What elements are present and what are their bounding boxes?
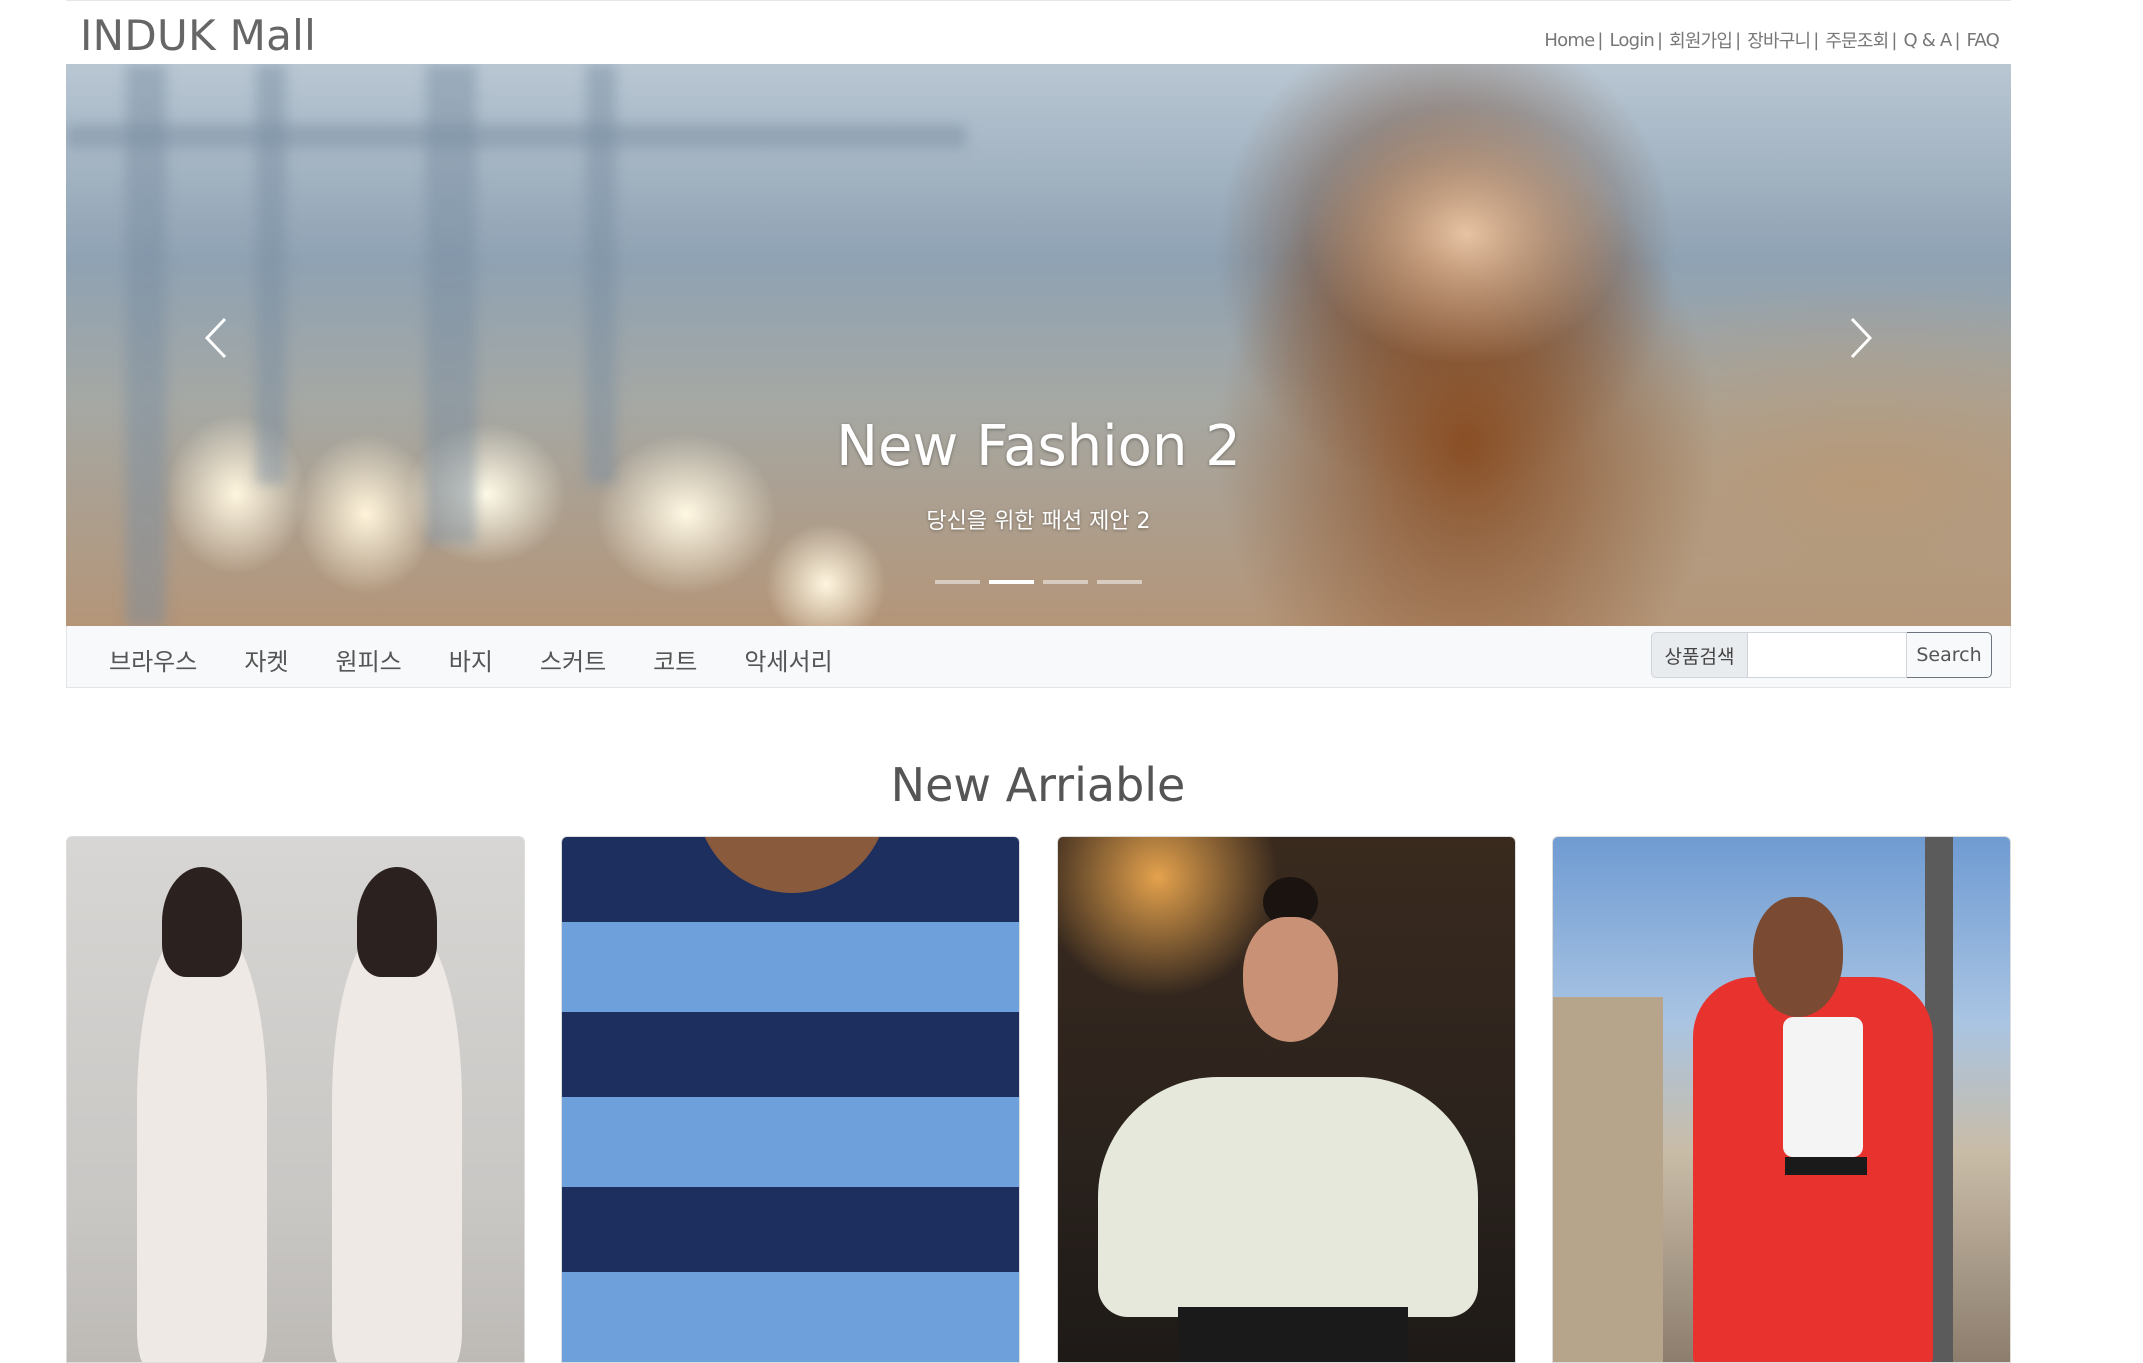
chevron-right-icon [1850, 317, 1873, 359]
figure-shape [137, 927, 267, 1362]
top-link-signup[interactable]: 회원가입 [1669, 27, 1733, 53]
carousel-indicator[interactable] [935, 580, 980, 584]
carousel-next-button[interactable] [1831, 314, 1891, 374]
product-card[interactable] [1552, 836, 2011, 1363]
carousel-title: New Fashion 2 [836, 414, 1241, 479]
figure-shape [1783, 1017, 1863, 1157]
figure-shape [332, 927, 462, 1362]
product-image [67, 837, 524, 1362]
figure-shape [357, 867, 437, 977]
building-shape [1553, 997, 1663, 1362]
carousel-indicators [66, 580, 2011, 584]
figure-shape [1785, 1157, 1867, 1175]
carousel-subtitle: 당신을 위한 패션 제안 2 [926, 509, 1151, 534]
top-link-faq[interactable]: FAQ [1967, 30, 2000, 51]
top-link-home[interactable]: Home [1544, 30, 1595, 51]
product-image [1553, 837, 2010, 1362]
carousel-indicator[interactable] [989, 580, 1034, 584]
separator: | [1657, 29, 1664, 51]
category-coat[interactable]: 코트 [653, 642, 697, 677]
product-image [562, 837, 1019, 1362]
top-link-orders[interactable]: 주문조회 [1825, 27, 1889, 53]
category-navbar: 브라우스 자켓 원피스 바지 스커트 코트 악세서리 상품검색 Search [66, 626, 2011, 688]
top-links: Home | Login | 회원가입 | 장바구니 | 주문조회 | Q & A | FA… [1544, 27, 1999, 53]
product-card[interactable] [1057, 836, 1516, 1363]
separator: | [1597, 29, 1604, 51]
site-logo[interactable]: INDUK Mall [80, 11, 316, 60]
figure-shape [1753, 897, 1843, 1017]
top-link-qna[interactable]: Q & A [1903, 30, 1952, 51]
separator: | [1813, 29, 1820, 51]
carousel-indicator[interactable] [1043, 580, 1088, 584]
category-onepiece[interactable]: 원피스 [336, 642, 402, 677]
section-title: New Arriable [890, 758, 1186, 812]
category-jacket[interactable]: 자켓 [244, 642, 288, 677]
background-beam [66, 124, 966, 148]
product-image [1058, 837, 1515, 1362]
figure-shape [1243, 917, 1338, 1042]
product-card[interactable] [561, 836, 1020, 1363]
figure-shape [1098, 1077, 1478, 1317]
sweater-neckline [682, 837, 902, 907]
category-skirt[interactable]: 스커트 [540, 642, 606, 677]
category-accessory[interactable]: 악세서리 [744, 642, 832, 677]
category-blouse[interactable]: 브라우스 [109, 642, 197, 677]
chevron-left-icon [204, 317, 227, 359]
product-grid [66, 836, 2011, 1363]
top-link-login[interactable]: Login [1609, 30, 1654, 51]
separator: | [1954, 29, 1961, 51]
search-input[interactable] [1747, 632, 1907, 678]
site-header: INDUK Mall Home | Login | 회원가입 | 장바구니 | 주문조회… [66, 0, 2011, 64]
search-label: 상품검색 [1651, 632, 1747, 678]
figure-shape [1178, 1307, 1408, 1362]
top-link-cart[interactable]: 장바구니 [1747, 27, 1811, 53]
carousel-caption: New Fashion 2 당신을 위한 패션 제안 2 [66, 414, 2011, 535]
hero-carousel: New Fashion 2 당신을 위한 패션 제안 2 [66, 64, 2011, 626]
category-pants[interactable]: 바지 [449, 642, 493, 677]
category-list: 브라우스 자켓 원피스 바지 스커트 코트 악세서리 [109, 642, 880, 677]
product-card[interactable] [66, 836, 525, 1363]
carousel-prev-button[interactable] [186, 314, 246, 374]
carousel-indicator[interactable] [1097, 580, 1142, 584]
search-button[interactable]: Search [1907, 632, 1992, 678]
figure-shape [162, 867, 242, 977]
background-beam [126, 64, 166, 626]
separator: | [1891, 29, 1898, 51]
separator: | [1735, 29, 1742, 51]
product-search: 상품검색 Search [1651, 632, 1992, 678]
